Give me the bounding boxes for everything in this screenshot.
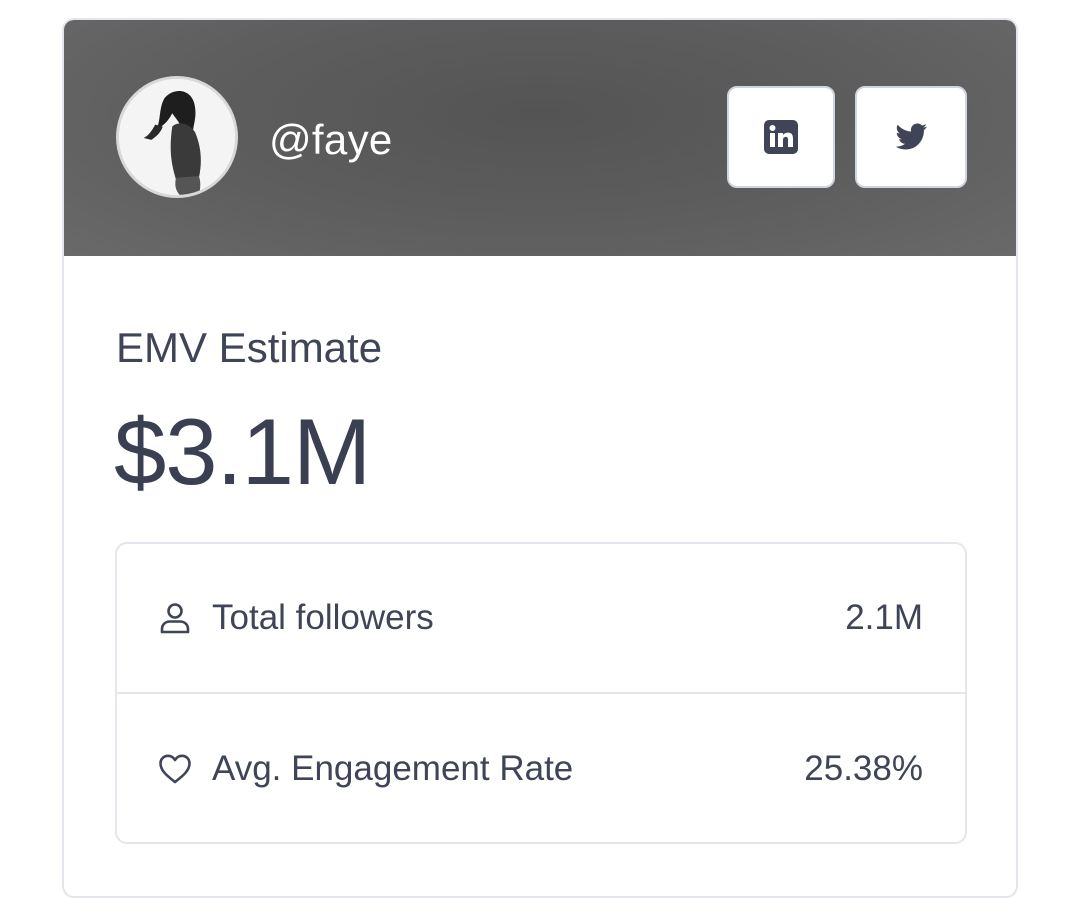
stats-panel: Total followers 2.1M Avg. Engagement Rat…: [115, 542, 967, 844]
avatar[interactable]: [116, 76, 238, 198]
twitter-icon: [895, 123, 927, 150]
stat-row-total-followers: Total followers 2.1M: [117, 544, 965, 694]
emv-value: $3.1M: [114, 399, 371, 504]
emv-label: EMV Estimate: [116, 324, 383, 371]
stat-label: Total followers: [212, 598, 434, 637]
twitter-button[interactable]: [855, 86, 967, 188]
heart-icon: [157, 751, 193, 787]
stat-value: 25.38%: [804, 749, 923, 788]
stat-row-engagement-rate: Avg. Engagement Rate 25.38%: [117, 694, 965, 844]
linkedin-icon: [764, 120, 798, 154]
linkedin-button[interactable]: [727, 86, 835, 188]
stat-label: Avg. Engagement Rate: [212, 749, 574, 788]
profile-photo: [119, 79, 235, 195]
profile-handle: @faye: [269, 116, 393, 163]
stat-value: 2.1M: [845, 598, 923, 637]
user-icon: [157, 600, 193, 636]
card-header: @faye: [64, 20, 1016, 256]
influencer-card: @faye EMV Estimate $3.1M Total followers…: [62, 18, 1018, 898]
